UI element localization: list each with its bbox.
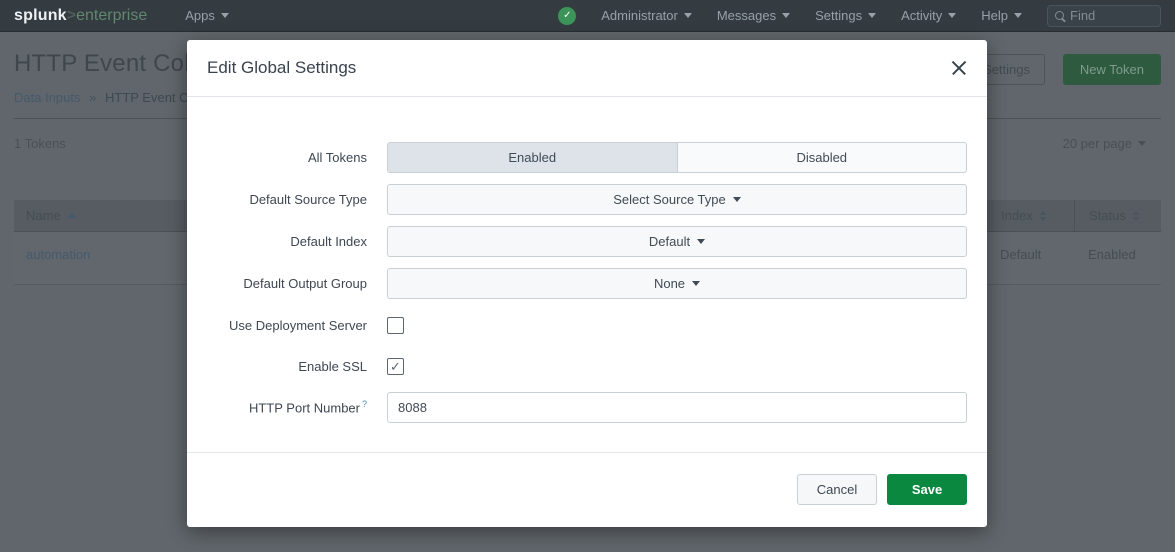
settings-menu[interactable]: Settings xyxy=(815,8,876,23)
default-index-row: Default Index Default xyxy=(207,226,967,257)
all-tokens-disabled-button[interactable]: Disabled xyxy=(678,142,968,173)
chevron-down-icon xyxy=(782,13,790,18)
all-tokens-enabled-button[interactable]: Enabled xyxy=(387,142,678,173)
cancel-button[interactable]: Cancel xyxy=(797,474,877,505)
token-index-cell: Default xyxy=(986,232,1074,284)
edit-global-settings-dialog: Edit Global Settings All Tokens Enabled … xyxy=(187,40,987,527)
use-deployment-server-label: Use Deployment Server xyxy=(207,318,367,333)
breadcrumb-current: HTTP Event Co xyxy=(105,90,196,105)
top-navigation-bar: splunk > enterprise Apps ✓ Administrator… xyxy=(0,0,1175,32)
column-header-name-label: Name xyxy=(26,208,61,223)
sort-icon xyxy=(1040,211,1046,221)
all-tokens-toggle: Enabled Disabled xyxy=(387,142,967,173)
default-index-dropdown[interactable]: Default xyxy=(387,226,967,257)
administrator-menu-label: Administrator xyxy=(601,8,678,23)
activity-menu[interactable]: Activity xyxy=(901,8,956,23)
all-tokens-control: Enabled Disabled xyxy=(387,142,967,173)
activity-menu-label: Activity xyxy=(901,8,942,23)
check-icon: ✓ xyxy=(390,360,401,373)
per-page-dropdown[interactable]: 20 per page xyxy=(1063,136,1146,151)
chevron-down-icon xyxy=(684,13,692,18)
default-index-label: Default Index xyxy=(207,234,367,249)
http-port-input[interactable] xyxy=(387,392,967,423)
breadcrumb-link-data-inputs[interactable]: Data Inputs xyxy=(14,90,81,105)
chevron-down-icon xyxy=(692,281,700,286)
breadcrumb: Data Inputs » HTTP Event Co xyxy=(14,90,196,105)
use-deployment-server-row: Use Deployment Server xyxy=(207,317,967,334)
http-port-label-text: HTTP Port Number xyxy=(249,401,360,416)
default-output-group-dropdown[interactable]: None xyxy=(387,268,967,299)
breadcrumb-separator: » xyxy=(89,90,96,105)
logo-product: enterprise xyxy=(76,7,147,25)
dialog-title: Edit Global Settings xyxy=(207,58,356,78)
chevron-down-icon xyxy=(1014,13,1022,18)
administrator-menu[interactable]: Administrator xyxy=(601,8,692,23)
new-token-button[interactable]: New Token xyxy=(1063,54,1161,85)
chevron-down-icon xyxy=(1138,141,1146,146)
http-port-control xyxy=(387,392,967,423)
settings-menu-label: Settings xyxy=(815,8,862,23)
chevron-down-icon xyxy=(697,239,705,244)
messages-menu-label: Messages xyxy=(717,8,776,23)
token-count: 1 Tokens xyxy=(14,136,66,151)
default-output-group-row: Default Output Group None xyxy=(207,268,967,299)
default-output-group-label: Default Output Group xyxy=(207,276,367,291)
help-tooltip-icon[interactable]: ? xyxy=(362,399,367,409)
enable-ssl-control: ✓ xyxy=(387,358,967,375)
column-header-status[interactable]: Status xyxy=(1074,200,1161,231)
close-icon[interactable] xyxy=(951,60,967,76)
default-source-type-value: Select Source Type xyxy=(613,192,726,207)
page-title: HTTP Event Coll xyxy=(14,50,195,78)
enable-ssl-row: Enable SSL ✓ xyxy=(207,358,967,375)
use-deployment-server-control xyxy=(387,317,967,334)
use-deployment-server-checkbox[interactable] xyxy=(387,317,404,334)
apps-menu-label: Apps xyxy=(185,8,215,23)
dialog-footer: Cancel Save xyxy=(187,452,987,527)
dialog-body: All Tokens Enabled Disabled Default Sour… xyxy=(187,97,987,423)
http-port-row: HTTP Port Number? xyxy=(207,392,967,423)
save-button[interactable]: Save xyxy=(887,474,967,505)
sort-ascending-icon xyxy=(68,213,76,218)
chevron-down-icon xyxy=(868,13,876,18)
chevron-down-icon xyxy=(733,197,741,202)
token-name-link[interactable]: automation xyxy=(26,247,90,262)
default-source-type-dropdown[interactable]: Select Source Type xyxy=(387,184,967,215)
search-icon xyxy=(1055,11,1064,20)
default-output-group-control: None xyxy=(387,268,967,299)
default-source-type-row: Default Source Type Select Source Type xyxy=(207,184,967,215)
all-tokens-row: All Tokens Enabled Disabled xyxy=(207,142,967,173)
logo-brand: splunk xyxy=(14,7,67,25)
apps-menu[interactable]: Apps xyxy=(185,8,229,23)
search-input[interactable] xyxy=(1070,8,1153,23)
default-index-value: Default xyxy=(649,234,690,249)
column-header-index-label: Index xyxy=(1001,208,1033,223)
topbar-right-group: ✓ Administrator Messages Settings Activi… xyxy=(558,5,1161,27)
default-index-control: Default xyxy=(387,226,967,257)
dialog-header: Edit Global Settings xyxy=(187,40,987,97)
per-page-label: 20 per page xyxy=(1063,136,1132,151)
enable-ssl-label: Enable SSL xyxy=(207,359,367,374)
help-menu[interactable]: Help xyxy=(981,8,1022,23)
find-search-box[interactable] xyxy=(1047,5,1161,27)
column-header-index[interactable]: Index xyxy=(986,200,1074,231)
chevron-down-icon xyxy=(221,13,229,18)
default-output-group-value: None xyxy=(654,276,685,291)
token-status-cell: Enabled xyxy=(1074,232,1161,284)
check-icon: ✓ xyxy=(563,11,571,21)
default-source-type-label: Default Source Type xyxy=(207,192,367,207)
enable-ssl-checkbox[interactable]: ✓ xyxy=(387,358,404,375)
default-source-type-control: Select Source Type xyxy=(387,184,967,215)
messages-menu[interactable]: Messages xyxy=(717,8,790,23)
column-header-status-label: Status xyxy=(1089,208,1126,223)
logo-gt-icon: > xyxy=(67,7,76,25)
chevron-down-icon xyxy=(948,13,956,18)
splunk-logo[interactable]: splunk > enterprise xyxy=(14,7,147,25)
sort-icon xyxy=(1133,211,1139,221)
http-port-label: HTTP Port Number? xyxy=(207,399,367,415)
help-menu-label: Help xyxy=(981,8,1008,23)
all-tokens-label: All Tokens xyxy=(207,150,367,165)
health-status-icon[interactable]: ✓ xyxy=(558,7,576,25)
